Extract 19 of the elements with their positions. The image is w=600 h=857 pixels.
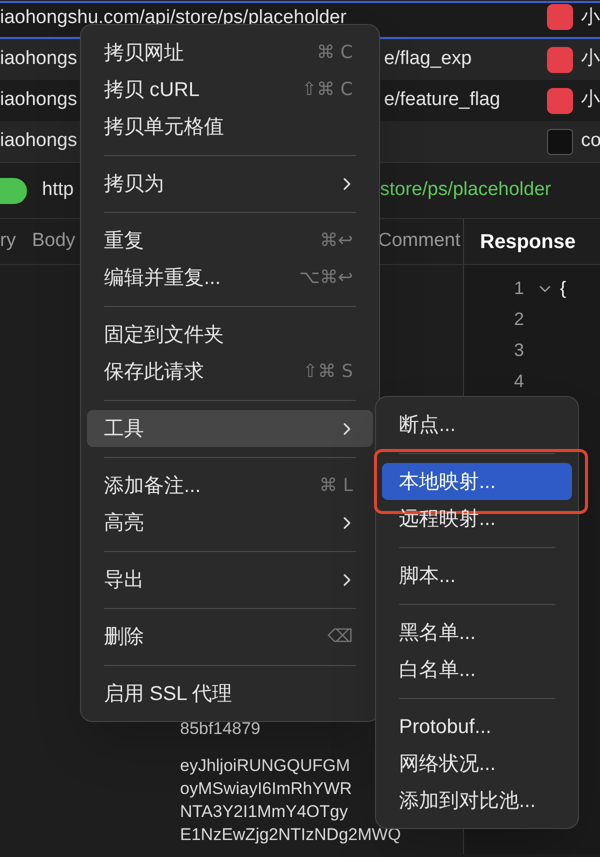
panel-title: Response bbox=[480, 230, 576, 254]
body-text: 85bf14879 bbox=[180, 718, 260, 740]
code-text: { bbox=[560, 277, 566, 300]
url-text: store/ps/placeholder bbox=[380, 178, 552, 202]
line-number: 2 bbox=[514, 308, 524, 331]
line-number: 3 bbox=[514, 339, 524, 362]
app-name: 小 bbox=[581, 47, 600, 72]
url-text: e/flag_exp bbox=[384, 48, 472, 70]
url-text: http bbox=[42, 179, 74, 200]
line-number: 4 bbox=[514, 370, 524, 393]
app-name: co bbox=[581, 129, 600, 154]
url-text: iaohongs bbox=[0, 89, 78, 110]
app-name: 小 bbox=[581, 6, 600, 30]
url-text: iaohongshu.com/api/store/ps/placeholder bbox=[0, 7, 346, 28]
url-text: e/feature_flag bbox=[384, 89, 500, 110]
line-number: 1 bbox=[514, 277, 524, 300]
app-name: 小 bbox=[581, 88, 600, 112]
url-text: iaohongs bbox=[0, 130, 78, 152]
url-text: iaohongs bbox=[0, 48, 78, 70]
